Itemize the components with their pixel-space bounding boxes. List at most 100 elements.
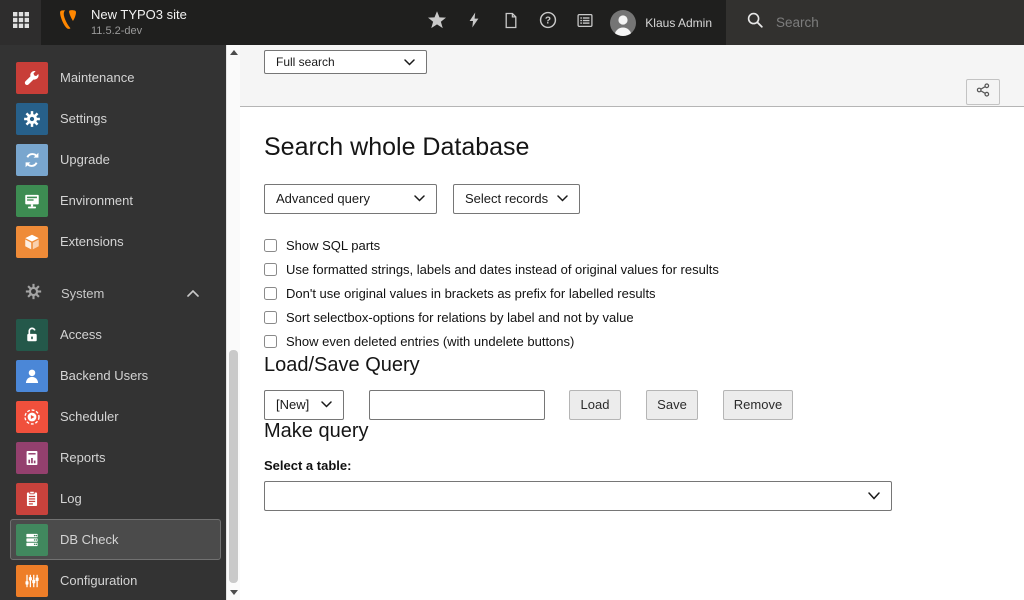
function-select[interactable]: Full search: [264, 50, 427, 74]
load-button[interactable]: Load: [569, 389, 621, 420]
search-icon: [747, 12, 763, 33]
scroll-down-arrow-icon[interactable]: [230, 590, 238, 595]
query-type-value: Advanced query: [276, 191, 370, 207]
gear-outline-icon: [25, 283, 42, 305]
sidebar-item-extensions[interactable]: Extensions: [0, 221, 226, 262]
sidebar-item-label: DB Check: [60, 532, 119, 547]
typo3-version: 11.5.2-dev: [91, 24, 143, 37]
sidebar-item-label: Extensions: [60, 234, 124, 249]
sidebar-item-backend-users[interactable]: Backend Users: [0, 355, 226, 396]
no-original-values-checkbox[interactable]: [264, 287, 277, 301]
sidebar-item-label: Environment: [60, 193, 133, 208]
use-formatted-strings-checkbox[interactable]: [264, 263, 277, 277]
chart-document-icon: [16, 441, 48, 474]
sidebar-item-label: Scheduler: [60, 409, 119, 424]
sidebar-item-settings[interactable]: Settings: [0, 98, 226, 139]
sidebar-section-label: System: [61, 286, 105, 301]
file-icon: [503, 12, 519, 34]
new-document-button[interactable]: [492, 0, 529, 45]
option-row: Show SQL parts: [264, 234, 1000, 258]
sidebar-item-label: Backend Users: [60, 368, 149, 383]
show-sql-parts-checkbox[interactable]: [264, 239, 277, 253]
share-icon: [976, 82, 990, 102]
avatar: [610, 9, 637, 36]
sidebar-item-reports[interactable]: Reports: [0, 437, 226, 478]
docheader: Full search: [240, 45, 1024, 107]
stored-query-select[interactable]: [New]: [264, 389, 344, 420]
sidebar-item-label: Maintenance: [60, 70, 135, 85]
topbar: New TYPO3 site 11.5.2-dev ? Klaus Admin …: [0, 0, 1024, 45]
help-button[interactable]: ?: [529, 0, 566, 45]
cube-icon: [16, 225, 48, 258]
scrollbar-thumb[interactable]: [229, 350, 238, 583]
sidebar-item-access[interactable]: Access: [0, 314, 226, 355]
svg-text:?: ?: [545, 16, 551, 27]
play-clock-icon: [16, 400, 48, 433]
user-menu-button[interactable]: Klaus Admin: [603, 0, 726, 45]
remove-button[interactable]: Remove: [723, 389, 793, 420]
checkbox-label[interactable]: Sort selectbox-options for relations by …: [286, 310, 634, 325]
gear-icon: [16, 102, 48, 135]
select-table-label: Select a table:: [264, 457, 352, 473]
option-row: Use formatted strings, labels and dates …: [264, 258, 1000, 282]
sidebar-item-maintenance[interactable]: Maintenance: [0, 57, 226, 98]
star-icon: [427, 10, 447, 35]
load-save-row: [New] Load Save Remove: [264, 389, 1000, 420]
chevron-down-icon: [321, 401, 332, 408]
sidebar-section-system[interactable]: System: [0, 273, 226, 314]
sidebar-item-upgrade[interactable]: Upgrade: [0, 139, 226, 180]
sidebar-item-environment[interactable]: Environment: [0, 180, 226, 221]
query-selects-row: Advanced query Select records: [264, 183, 1000, 214]
content-body: Search whole Database Advanced query Sel…: [240, 107, 1024, 511]
bookmarks-button[interactable]: [418, 0, 455, 45]
scroll-up-arrow-icon[interactable]: [230, 50, 238, 55]
query-name-input[interactable]: [369, 389, 545, 420]
sidebar-item-label: Settings: [60, 111, 107, 126]
typo3-logo-icon: [54, 7, 80, 38]
make-query-heading: Make query: [264, 419, 369, 442]
sidebar-item-configuration[interactable]: Configuration: [0, 560, 226, 600]
site-brand[interactable]: New TYPO3 site 11.5.2-dev: [41, 0, 187, 45]
share-button[interactable]: [966, 79, 1000, 105]
wrench-icon: [16, 61, 48, 94]
sliders-icon: [16, 564, 48, 597]
query-type-select[interactable]: Advanced query: [264, 183, 437, 214]
checkbox-label[interactable]: Show SQL parts: [286, 238, 380, 253]
function-select-value: Full search: [276, 55, 335, 69]
chevron-down-icon: [414, 195, 425, 202]
sidebar-scrollbar[interactable]: [226, 45, 240, 600]
monitor-icon: [16, 184, 48, 217]
clear-cache-button[interactable]: [455, 0, 492, 45]
sidebar-item-scheduler[interactable]: Scheduler: [0, 396, 226, 437]
save-button[interactable]: Save: [646, 389, 698, 420]
system-information-button[interactable]: [566, 0, 603, 45]
sidebar-item-db-check[interactable]: DB Check: [10, 519, 221, 560]
select-records-select[interactable]: Select records: [453, 183, 580, 214]
sidebar-item-label: Reports: [60, 450, 106, 465]
search-placeholder: Search: [776, 15, 819, 30]
load-save-heading: Load/Save Query: [264, 353, 420, 376]
module-content: Full search Search whole Database Advanc…: [240, 45, 1024, 600]
option-row: Don't use original values in brackets as…: [264, 282, 1000, 306]
list-panel-icon: [576, 12, 594, 34]
module-grid-button[interactable]: [0, 0, 41, 45]
sidebar-item-label: Configuration: [60, 573, 138, 588]
checkbox-label[interactable]: Don't use original values in brackets as…: [286, 286, 656, 301]
site-title: New TYPO3 site: [91, 6, 187, 22]
checkbox-label[interactable]: Show even deleted entries (with undelete…: [286, 334, 574, 349]
sidebar-item-log[interactable]: Log: [0, 478, 226, 519]
module-menu: Maintenance Settings Upgrade Environment…: [0, 45, 226, 600]
option-row: Show even deleted entries (with undelete…: [264, 330, 1000, 354]
grid-icon: [12, 12, 29, 33]
page-title: Search whole Database: [264, 133, 530, 161]
user-name: Klaus Admin: [645, 15, 712, 30]
sort-selectbox-options-checkbox[interactable]: [264, 311, 277, 325]
show-deleted-entries-checkbox[interactable]: [264, 335, 277, 349]
checkbox-label[interactable]: Use formatted strings, labels and dates …: [286, 262, 719, 277]
sidebar-item-label: Log: [60, 491, 82, 506]
toolbar-search[interactable]: Search: [726, 0, 1024, 45]
table-select[interactable]: [264, 480, 892, 511]
help-icon: ?: [539, 11, 557, 34]
chevron-down-icon: [868, 492, 880, 500]
sidebar-item-label: Upgrade: [60, 152, 110, 167]
